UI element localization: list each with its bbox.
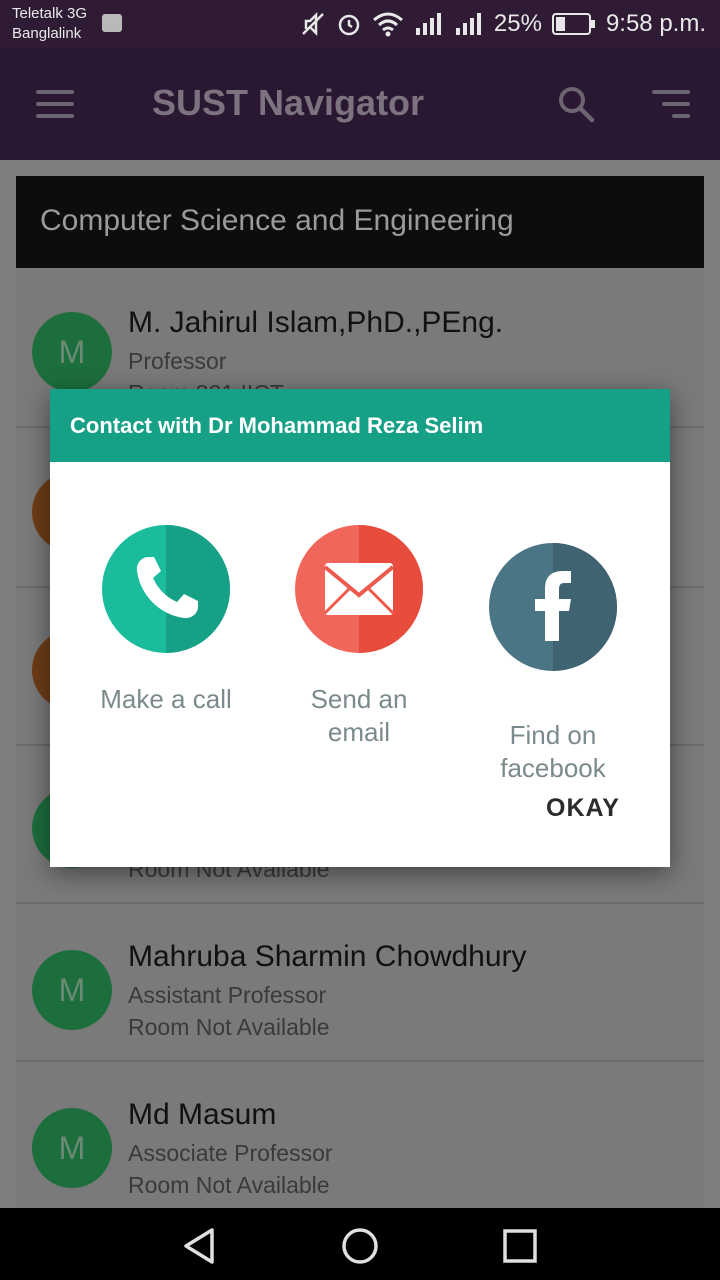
person-room: Room Not Available xyxy=(128,1014,330,1040)
system-nav-bar xyxy=(0,1208,720,1280)
send-email-label: Send an email xyxy=(310,684,408,747)
carrier-secondary: Banglalink xyxy=(12,25,82,42)
facebook-label: Find on facebook xyxy=(500,720,606,783)
back-icon[interactable] xyxy=(180,1226,220,1266)
person-role: Assistant Professor xyxy=(128,982,327,1008)
list-item[interactable]: M Mahruba Sharmin Chowdhury Assistant Pr… xyxy=(16,902,704,1062)
carrier-info: Teletalk 3G Banglalink xyxy=(12,4,87,44)
make-call-label: Make a call xyxy=(100,684,232,714)
department-header: Computer Science and Engineering xyxy=(16,176,704,268)
hamburger-menu-icon[interactable] xyxy=(36,88,76,120)
recents-icon[interactable] xyxy=(502,1228,538,1264)
facebook-icon[interactable] xyxy=(489,543,617,671)
status-indicators: 25% 9:58 p.m. xyxy=(300,6,706,42)
person-role: Professor xyxy=(128,348,227,374)
list-item[interactable]: M Md Masum Associate Professor Room Not … xyxy=(16,1060,704,1218)
envelope-icon[interactable] xyxy=(295,525,423,653)
person-room: Room Not Available xyxy=(128,1172,330,1198)
phone-icon[interactable] xyxy=(102,525,230,653)
make-call-option[interactable]: Make a call xyxy=(91,525,241,716)
avatar: M xyxy=(32,1108,112,1188)
avatar: M xyxy=(32,950,112,1030)
status-bar: Teletalk 3G Banglalink 25% 9:58 p.m. xyxy=(0,0,720,48)
person-name: M. Jahirul Islam,PhD.,PEng. xyxy=(128,306,504,339)
wifi-icon xyxy=(372,12,403,37)
okay-button[interactable]: OKAY xyxy=(528,783,638,833)
search-icon[interactable] xyxy=(556,84,596,124)
contact-dialog: Contact with Dr Mohammad Reza Selim Make… xyxy=(50,389,670,867)
clock: 9:58 p.m. xyxy=(605,10,706,37)
signal-icon-secondary xyxy=(455,13,481,35)
sort-icon[interactable] xyxy=(650,88,690,120)
facebook-option[interactable]: Find on facebook xyxy=(478,525,628,803)
department-title: Computer Science and Engineering xyxy=(40,204,514,237)
battery-percent: 25% xyxy=(493,10,542,37)
gallery-notification-icon xyxy=(102,14,122,32)
dialog-title: Contact with Dr Mohammad Reza Selim xyxy=(70,413,484,438)
app-title: SUST Navigator xyxy=(152,82,425,123)
alarm-icon xyxy=(338,14,360,36)
avatar: M xyxy=(32,312,112,392)
mute-icon xyxy=(302,11,324,37)
carrier-primary: Teletalk 3G xyxy=(12,5,88,22)
home-icon[interactable] xyxy=(340,1226,380,1266)
dialog-header: Contact with Dr Mohammad Reza Selim xyxy=(50,389,670,462)
person-name: Mahruba Sharmin Chowdhury xyxy=(128,940,527,973)
app-bar: SUST Navigator xyxy=(0,48,720,160)
send-email-option[interactable]: Send an email xyxy=(284,525,434,749)
battery-icon xyxy=(551,13,595,35)
signal-icon xyxy=(415,13,441,35)
person-name: Md Masum xyxy=(128,1098,277,1131)
person-role: Associate Professor xyxy=(128,1140,333,1166)
